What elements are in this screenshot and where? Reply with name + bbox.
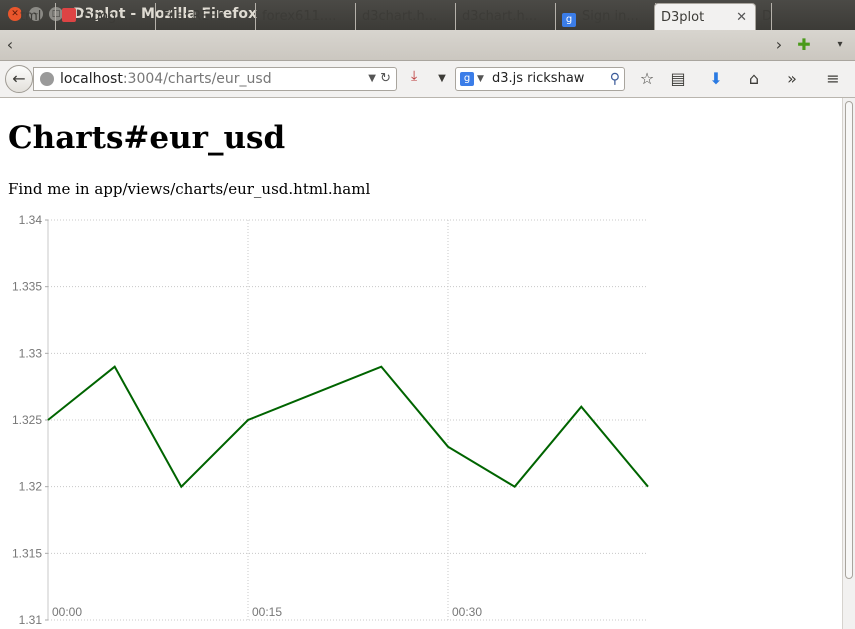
y-tick-label: 1.31: [19, 613, 43, 627]
bookmarks-menu-icon[interactable]: ▤: [667, 67, 689, 91]
y-tick-label: 1.325: [12, 413, 42, 427]
x-tick-label: 00:30: [452, 605, 482, 619]
series-line: [47, 365, 649, 489]
tab-label: tml: [20, 9, 42, 24]
home-icon[interactable]: ⌂: [743, 67, 765, 91]
y-tick-label: 1.33: [19, 346, 43, 360]
chart-grid: [47, 219, 648, 621]
tab-label: d3chart.h...: [362, 9, 438, 24]
search-engine-dropdown-icon[interactable]: ▼: [477, 68, 484, 90]
tab-label: forex611....: [262, 9, 337, 24]
tab-bar: [0, 30, 855, 61]
tab-label: Googl...: [82, 9, 133, 24]
y-tick-label: 1.32: [19, 480, 43, 494]
y-tick-label: 1.335: [12, 280, 42, 294]
tab-label: d3chart.h...: [462, 9, 538, 24]
tab-3[interactable]: forex611....: [256, 3, 356, 30]
google-icon: g: [562, 13, 576, 27]
page-title: Charts#eur_usd: [8, 120, 286, 156]
search-box[interactable]: g ▼ d3.js rickshaw ⚲: [455, 67, 625, 91]
tab-8[interactable]: D: [756, 3, 772, 30]
url-dropdown-icon[interactable]: ▼: [368, 68, 376, 90]
url-path: :3004/charts/eur_usd: [122, 71, 272, 87]
url-host: localhost: [60, 71, 123, 87]
back-button[interactable]: ←: [5, 65, 33, 93]
tab-label: File: REFE...: [162, 9, 238, 24]
overflow-menu-icon[interactable]: »: [781, 67, 803, 91]
tab-4[interactable]: d3chart.h...: [356, 3, 456, 30]
line-chart: 1.341.3351.331.3251.321.3151.31 00:00 00:…: [12, 213, 649, 627]
y-tick-label: 1.315: [12, 546, 42, 560]
bookmark-star-icon[interactable]: ☆: [636, 67, 658, 91]
page-hint: Find me in app/views/charts/eur_usd.html…: [8, 180, 371, 198]
doc-icon: [62, 8, 76, 22]
search-engine-icon[interactable]: g: [460, 72, 474, 86]
tab-scroll-left-icon[interactable]: ‹: [3, 34, 17, 56]
tab-scroll-right-icon[interactable]: ›: [772, 34, 786, 56]
y-tick-label: 1.34: [19, 213, 43, 227]
url-text: localhost:3004/charts/eur_usd: [60, 68, 272, 90]
download-blocked-icon[interactable]: ⤓: [411, 68, 427, 86]
tab-label: D: [762, 9, 772, 24]
tab-0[interactable]: tml: [14, 3, 56, 30]
tab-label: D3plot: [661, 10, 705, 25]
tab-7-active[interactable]: D3plot ✕: [654, 3, 756, 30]
scrollbar-thumb[interactable]: [845, 101, 853, 579]
tab-5[interactable]: d3chart.h...: [456, 3, 556, 30]
tab-list-icon[interactable]: ▾: [833, 34, 847, 56]
tab-2[interactable]: File: REFE...: [156, 3, 256, 30]
new-tab-icon[interactable]: ✚: [797, 34, 811, 56]
hamburger-menu-icon[interactable]: ≡: [822, 67, 844, 91]
reload-icon[interactable]: ↻: [380, 68, 391, 90]
tab-1[interactable]: Googl...: [56, 3, 156, 30]
x-tick-label: 00:15: [252, 605, 282, 619]
y-axis-ticks: 1.34 1.335 1.33 1.325 1.32 1.315 1.31: [12, 213, 48, 627]
page-content: Charts#eur_usd Find me in app/views/char…: [0, 98, 842, 629]
tab-close-icon[interactable]: ✕: [736, 4, 747, 30]
vertical-scrollbar[interactable]: [842, 98, 855, 629]
tab-6[interactable]: g Sign in...: [556, 3, 656, 30]
globe-icon: [40, 72, 54, 86]
x-axis-ticks: 00:00 00:15 00:30: [52, 605, 482, 619]
x-tick-label: 00:00: [52, 605, 82, 619]
tab-label: Sign in...: [582, 9, 639, 24]
download-dropdown-icon[interactable]: ▼: [431, 67, 453, 91]
downloads-icon[interactable]: ⬇: [705, 67, 727, 91]
search-input[interactable]: d3.js rickshaw: [492, 68, 584, 90]
url-bar[interactable]: localhost:3004/charts/eur_usd ▼ ↻: [33, 67, 397, 91]
search-icon[interactable]: ⚲: [610, 68, 620, 90]
